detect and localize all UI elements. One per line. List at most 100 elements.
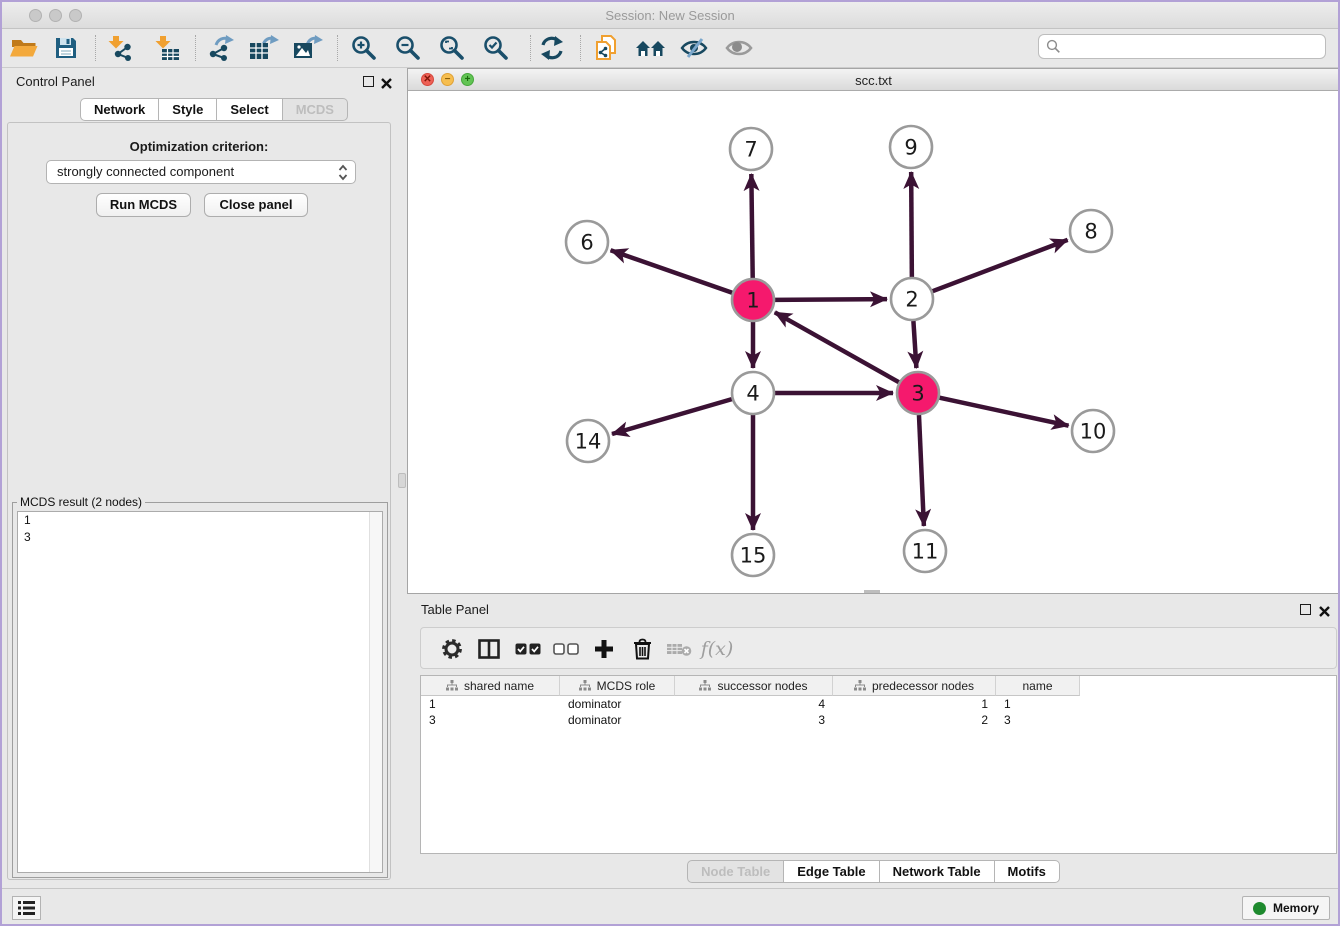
- table-cell[interactable]: dominator: [560, 712, 675, 728]
- graph-node-10[interactable]: 10: [1072, 410, 1114, 452]
- tab-style[interactable]: Style: [159, 98, 217, 121]
- panel-splitter-handle[interactable]: [398, 473, 406, 488]
- tab-edge-table[interactable]: Edge Table: [784, 860, 879, 883]
- graph-edge-2-8[interactable]: [933, 240, 1068, 291]
- delete-row-icon[interactable]: [626, 634, 658, 664]
- save-session-icon[interactable]: [49, 33, 83, 63]
- graph-edge-1-7[interactable]: [751, 174, 752, 278]
- svg-text:9: 9: [904, 136, 917, 160]
- table-cell[interactable]: 1: [421, 696, 560, 712]
- column-header-shared-name[interactable]: shared name: [421, 676, 560, 696]
- control-panel-close-icon[interactable]: [381, 76, 392, 87]
- search-field[interactable]: [1038, 34, 1326, 59]
- memory-button[interactable]: Memory: [1242, 896, 1330, 920]
- svg-text:11: 11: [912, 540, 939, 564]
- table-panel-title: Table Panel: [421, 602, 489, 617]
- graph-node-4[interactable]: 4: [732, 372, 774, 414]
- table-cell[interactable]: 1: [833, 696, 996, 712]
- svg-text:8: 8: [1084, 220, 1097, 244]
- task-history-button[interactable]: [12, 896, 41, 920]
- open-session-icon[interactable]: [7, 33, 41, 63]
- optimization-criterion-select[interactable]: strongly connected component: [46, 160, 356, 184]
- table-cell[interactable]: dominator: [560, 696, 675, 712]
- zoom-selected-icon[interactable]: [479, 33, 513, 63]
- table-settings-icon[interactable]: [436, 634, 468, 664]
- table-tabs: Node TableEdge TableNetwork TableMotifs: [687, 860, 1060, 883]
- duplicate-network-icon[interactable]: [590, 33, 624, 63]
- session-title: Session: New Session: [2, 8, 1338, 23]
- graph-edge-2-9[interactable]: [911, 172, 912, 277]
- control-panel-float-icon[interactable]: [363, 76, 374, 87]
- network-resize-handle[interactable]: [864, 590, 880, 593]
- add-row-icon[interactable]: [588, 634, 620, 664]
- graph-edge-3-10[interactable]: [939, 398, 1068, 426]
- delete-table-icon[interactable]: [663, 634, 695, 664]
- close-panel-button[interactable]: Close panel: [204, 193, 308, 217]
- table-cell[interactable]: 4: [675, 696, 833, 712]
- result-scrollbar[interactable]: [369, 512, 382, 872]
- column-header-predecessor-nodes[interactable]: predecessor nodes: [833, 676, 996, 696]
- table-cell[interactable]: 3: [675, 712, 833, 728]
- network-canvas[interactable]: 7 9 6 8 1 2 4 3 14 10 15 11: [408, 91, 1339, 593]
- graph-node-15[interactable]: 15: [732, 534, 774, 576]
- hide-selected-eye-icon[interactable]: [677, 33, 711, 63]
- run-mcds-button[interactable]: Run MCDS: [96, 193, 191, 217]
- deselect-all-columns-icon[interactable]: [550, 634, 582, 664]
- show-all-eye-icon[interactable]: [722, 33, 756, 63]
- import-table-icon[interactable]: [150, 33, 184, 63]
- table-panel-close-icon[interactable]: [1319, 604, 1330, 615]
- export-image-icon[interactable]: [291, 33, 325, 63]
- zoom-fit-icon[interactable]: [435, 33, 469, 63]
- column-header-name[interactable]: name: [996, 676, 1080, 696]
- graph-edge-2-3[interactable]: [913, 321, 916, 368]
- graph-node-6[interactable]: 6: [566, 221, 608, 263]
- refresh-icon[interactable]: [535, 33, 569, 63]
- node-table[interactable]: shared nameMCDS rolesuccessor nodesprede…: [420, 675, 1337, 854]
- table-row[interactable]: 1dominator411: [421, 696, 1336, 712]
- table-panel-float-icon[interactable]: [1300, 604, 1311, 615]
- zoom-out-icon[interactable]: [391, 33, 425, 63]
- graph-node-11[interactable]: 11: [904, 530, 946, 572]
- graph-edge-1-6[interactable]: [611, 250, 733, 292]
- import-network-icon[interactable]: [103, 33, 137, 63]
- tab-mcds[interactable]: MCDS: [283, 98, 348, 121]
- table-cell[interactable]: 1: [996, 696, 1080, 712]
- graph-node-7[interactable]: 7: [730, 128, 772, 170]
- graph-edge-4-14[interactable]: [612, 399, 732, 434]
- graph-node-8[interactable]: 8: [1070, 210, 1112, 252]
- export-network-icon[interactable]: [203, 33, 237, 63]
- graph-node-1[interactable]: 1: [732, 279, 774, 321]
- first-neighbors-icon[interactable]: [634, 33, 668, 63]
- graph-edge-1-2[interactable]: [775, 299, 887, 300]
- table-row[interactable]: 3dominator323: [421, 712, 1336, 728]
- search-icon: [1046, 39, 1061, 54]
- tab-network-table[interactable]: Network Table: [880, 860, 995, 883]
- table-cell[interactable]: 3: [996, 712, 1080, 728]
- svg-text:7: 7: [744, 138, 757, 162]
- graph-node-2[interactable]: 2: [891, 278, 933, 320]
- table-cell[interactable]: 2: [833, 712, 996, 728]
- graph-edge-3-1[interactable]: [775, 312, 899, 382]
- window-titlebar: Session: New Session: [2, 2, 1338, 29]
- search-input[interactable]: [1066, 40, 1325, 54]
- graph-node-14[interactable]: 14: [567, 420, 609, 462]
- column-header-MCDS-role[interactable]: MCDS role: [560, 676, 675, 696]
- table-panel: Table Panel: [407, 598, 1340, 892]
- tab-network[interactable]: Network: [80, 98, 159, 121]
- select-all-columns-icon[interactable]: [512, 634, 544, 664]
- column-header-successor-nodes[interactable]: successor nodes: [675, 676, 833, 696]
- export-table-icon[interactable]: [247, 33, 281, 63]
- list-icon: [18, 901, 35, 915]
- tab-motifs[interactable]: Motifs: [995, 860, 1060, 883]
- zoom-in-icon[interactable]: [347, 33, 381, 63]
- tab-node-table[interactable]: Node Table: [687, 860, 784, 883]
- mcds-result-list[interactable]: 13: [17, 511, 383, 873]
- graph-edge-3-11[interactable]: [919, 415, 924, 526]
- toolbar-separator: [95, 35, 96, 61]
- table-cell[interactable]: 3: [421, 712, 560, 728]
- tab-select[interactable]: Select: [217, 98, 282, 121]
- graph-node-3[interactable]: 3: [897, 372, 939, 414]
- split-view-icon[interactable]: [473, 634, 505, 664]
- graph-node-9[interactable]: 9: [890, 126, 932, 168]
- function-builder-icon[interactable]: f(x): [701, 634, 733, 664]
